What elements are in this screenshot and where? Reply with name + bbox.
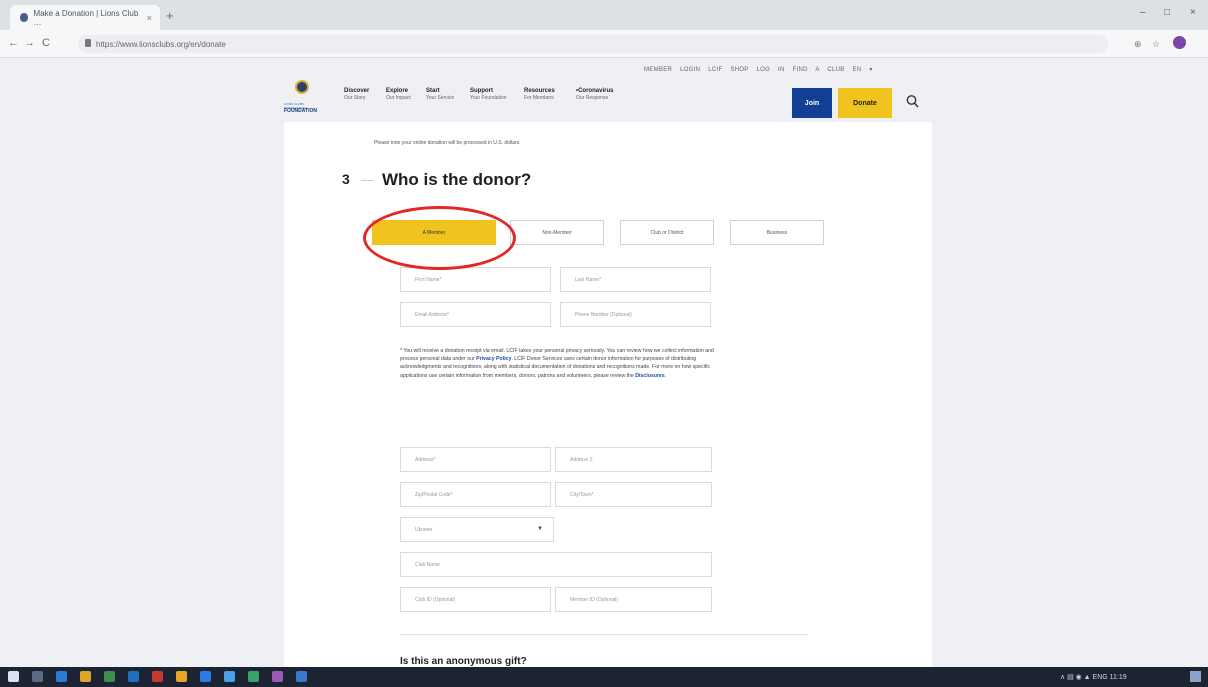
donation-form-panel: Please note your online donation will be…: [284, 122, 932, 667]
anonymous-gift-heading: Is this an anonymous gift?: [400, 656, 527, 667]
search-icon[interactable]: [906, 94, 919, 110]
browser-taskbar-icon[interactable]: [296, 671, 307, 682]
nav-discover[interactable]: Discover Our Story: [344, 88, 369, 102]
back-icon[interactable]: ←: [8, 37, 19, 49]
file-explorer-icon[interactable]: [80, 671, 91, 682]
privacy-policy-link[interactable]: Privacy Policy: [476, 356, 511, 362]
tab-title: Make a Donation | Lions Club …: [33, 8, 139, 27]
join-button[interactable]: Join: [792, 88, 832, 118]
state-select-value: Ukraine: [415, 526, 433, 533]
donor-type-non-member-button[interactable]: Non-Member: [510, 220, 604, 245]
lcif-logo[interactable]: LIONS CLUBS INTERNATIONAL FOUNDATION: [284, 80, 320, 118]
logo-text-bottom: FOUNDATION: [284, 108, 317, 114]
browser-tab-bar: Make a Donation | Lions Club … × + – □ ×: [0, 0, 1208, 30]
city-input[interactable]: City/Town*: [555, 482, 712, 507]
app-icon-7[interactable]: [248, 671, 259, 682]
maximize-icon[interactable]: □: [1164, 7, 1170, 18]
step-divider: [361, 180, 373, 181]
section-divider: [400, 634, 808, 635]
nav-explore[interactable]: Explore Our Impact: [386, 88, 411, 102]
address1-input[interactable]: Address*: [400, 447, 551, 472]
step-number: 3: [342, 171, 350, 187]
start-icon[interactable]: [8, 671, 19, 682]
app-icon-5[interactable]: [200, 671, 211, 682]
favicon-icon: [20, 13, 29, 22]
task-view-icon[interactable]: [56, 671, 67, 682]
zip-input[interactable]: Zip/Postal Code*: [400, 482, 551, 507]
state-select[interactable]: Ukraine ▼: [400, 517, 554, 542]
url-field[interactable]: https://www.lionsclubs.org/en/donate: [78, 35, 1108, 53]
site-header: MEMBER LOGIN LCIF SHOP LOG IN FIND A CLU…: [284, 58, 932, 122]
address2-input[interactable]: Address 2: [555, 447, 712, 472]
app-icon-3[interactable]: [152, 671, 163, 682]
new-tab-button[interactable]: +: [166, 8, 174, 23]
app-icon-2[interactable]: [128, 671, 139, 682]
step-title: Who is the donor?: [382, 170, 532, 189]
profile-avatar[interactable]: [1173, 36, 1186, 49]
url-text: https://www.lionsclubs.org/en/donate: [96, 39, 226, 49]
nav-coronavirus[interactable]: •Coronavirus Our Response: [576, 88, 613, 102]
minimize-icon[interactable]: –: [1140, 7, 1146, 18]
nav-start[interactable]: Start Your Service: [426, 88, 454, 102]
first-name-input[interactable]: First Name*: [400, 267, 551, 292]
privacy-notice: * You will receive a donation receipt vi…: [400, 348, 714, 379]
currency-note: Please note your online donation will be…: [374, 140, 521, 146]
email-input[interactable]: Email Address*: [400, 302, 551, 327]
address-bar: ← → C https://www.lionsclubs.org/en/dona…: [0, 30, 1208, 58]
donor-type-club-button[interactable]: Club or District: [620, 220, 714, 245]
utility-links[interactable]: MEMBER LOGIN LCIF SHOP LOG IN FIND A CLU…: [644, 66, 873, 73]
notification-icon[interactable]: [1190, 671, 1201, 682]
donor-type-business-button[interactable]: Business: [730, 220, 824, 245]
dropdown-caret-icon: ▼: [537, 526, 543, 532]
club-id-input[interactable]: Club ID (Optional): [400, 587, 551, 612]
forward-icon[interactable]: →: [24, 37, 35, 49]
nav-support[interactable]: Support Your Foundation: [470, 88, 507, 102]
nav-resources[interactable]: Resources For Members: [524, 88, 555, 102]
close-tab-icon[interactable]: ×: [147, 13, 152, 23]
member-id-input[interactable]: Member ID (Optional): [555, 587, 712, 612]
app-icon-4[interactable]: [176, 671, 187, 682]
app-icon-8[interactable]: [272, 671, 283, 682]
donate-button[interactable]: Donate: [838, 88, 892, 118]
lock-icon: [85, 39, 91, 47]
bookmark-star-icon[interactable]: ☆: [1152, 39, 1160, 50]
close-window-icon[interactable]: ×: [1190, 7, 1196, 18]
phone-input[interactable]: Phone Number (Optional): [560, 302, 711, 327]
zoom-icon[interactable]: ⊕: [1134, 39, 1142, 50]
last-name-input[interactable]: Last Name*: [560, 267, 711, 292]
lions-seal-icon: [295, 80, 309, 94]
os-taskbar: ∧ ▤ ◉ ▲ ENG 11:19: [0, 667, 1208, 687]
browser-tab[interactable]: Make a Donation | Lions Club … ×: [10, 5, 160, 30]
annotation-circle: [363, 206, 516, 270]
app-icon-1[interactable]: [104, 671, 115, 682]
search-taskbar-icon[interactable]: [32, 671, 43, 682]
club-name-input[interactable]: Club Name: [400, 552, 712, 577]
system-tray[interactable]: ∧ ▤ ◉ ▲ ENG 11:19: [1060, 673, 1127, 681]
disclosures-link[interactable]: Disclosures: [635, 373, 664, 379]
reload-icon[interactable]: C: [42, 37, 50, 49]
app-icon-6[interactable]: [224, 671, 235, 682]
